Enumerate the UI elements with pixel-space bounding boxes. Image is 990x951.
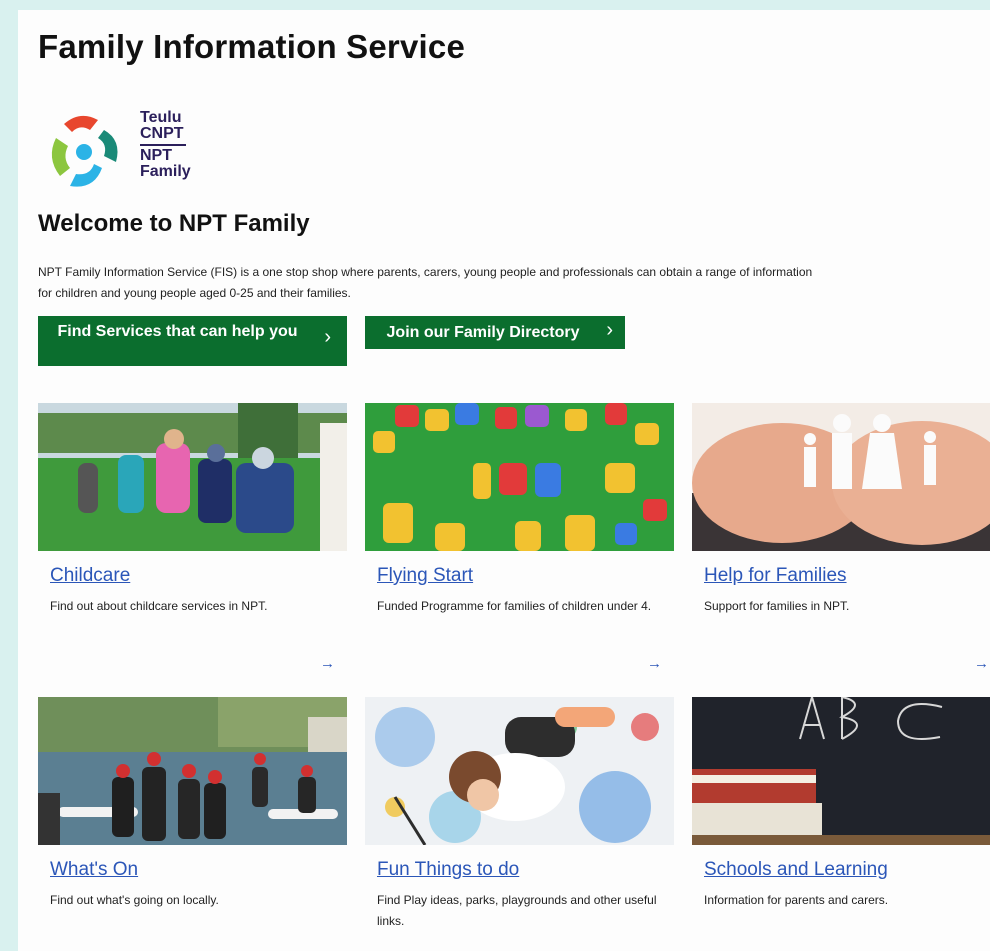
card-flying-start: Flying Start Funded Programme for famili… xyxy=(365,403,674,683)
logo-line-family: Family xyxy=(140,163,191,180)
logo-wordmark: Teulu CNPT NPT Family xyxy=(140,110,191,180)
card-whats-on: What's On Find out what's going on local… xyxy=(38,697,347,951)
intro-text: NPT Family Information Service (FIS) is … xyxy=(38,262,990,304)
welcome-heading: Welcome to NPT Family xyxy=(38,210,310,237)
arrow-right-icon[interactable]: → xyxy=(320,655,335,672)
logo-line-cnpt: CNPT xyxy=(140,125,184,142)
join-directory-label: Join our Family Directory xyxy=(386,324,580,341)
find-services-label: Find Services that can help you xyxy=(57,323,298,340)
card-schools-learning-link[interactable]: Schools and Learning xyxy=(704,859,888,881)
intro-line-1: NPT Family Information Service (FIS) is … xyxy=(38,265,813,279)
whats-on-image[interactable] xyxy=(38,697,347,845)
logo-line-teulu: Teulu xyxy=(140,109,182,126)
card-help-for-families-desc: Support for families in NPT. xyxy=(704,599,850,613)
card-schools-learning-desc: Information for parents and carers. xyxy=(704,893,889,907)
chevron-right-icon: › xyxy=(324,326,331,348)
logo-line-npt: NPT xyxy=(140,147,172,164)
card-whats-on-desc: Find out what's going on locally. xyxy=(50,893,219,907)
schools-learning-image[interactable] xyxy=(692,697,990,845)
card-help-for-families: Help for Families Support for families i… xyxy=(692,403,990,683)
card-schools-learning: Schools and Learning Information for par… xyxy=(692,697,990,951)
card-childcare-desc: Find out about childcare services in NPT… xyxy=(50,599,268,613)
card-flying-start-desc: Funded Programme for families of childre… xyxy=(377,599,652,613)
intro-line-2: for children and young people aged 0-25 … xyxy=(38,286,351,300)
join-directory-button[interactable]: Join our Family Directory › xyxy=(365,316,625,349)
page-title: Family Information Service xyxy=(38,28,465,65)
arrow-right-icon[interactable]: → xyxy=(974,655,989,672)
card-fun-things: Fun Things to do Find Play ideas, parks,… xyxy=(365,697,674,951)
logo-emblem-icon xyxy=(51,115,118,187)
card-childcare-link[interactable]: Childcare xyxy=(50,565,130,587)
card-help-for-families-link[interactable]: Help for Families xyxy=(704,565,847,587)
fun-things-image[interactable] xyxy=(365,697,674,845)
card-fun-things-desc: Find Play ideas, parks, playgrounds and … xyxy=(377,893,657,928)
childcare-image[interactable] xyxy=(38,403,347,551)
flying-start-image[interactable] xyxy=(365,403,674,551)
page: Family Information Service Teulu CNPT NP… xyxy=(18,10,990,951)
card-whats-on-link[interactable]: What's On xyxy=(50,859,138,881)
find-services-button[interactable]: Find Services that can help you › xyxy=(38,316,347,366)
card-flying-start-link[interactable]: Flying Start xyxy=(377,565,473,587)
chevron-right-icon: › xyxy=(606,319,613,341)
card-fun-things-link[interactable]: Fun Things to do xyxy=(377,859,519,881)
logo-divider xyxy=(140,144,186,146)
card-childcare: Childcare Find out about childcare servi… xyxy=(38,403,347,683)
arrow-right-icon[interactable]: → xyxy=(647,655,662,672)
help-for-families-image[interactable] xyxy=(692,403,990,551)
npt-family-logo[interactable]: Teulu CNPT NPT Family xyxy=(46,110,216,195)
